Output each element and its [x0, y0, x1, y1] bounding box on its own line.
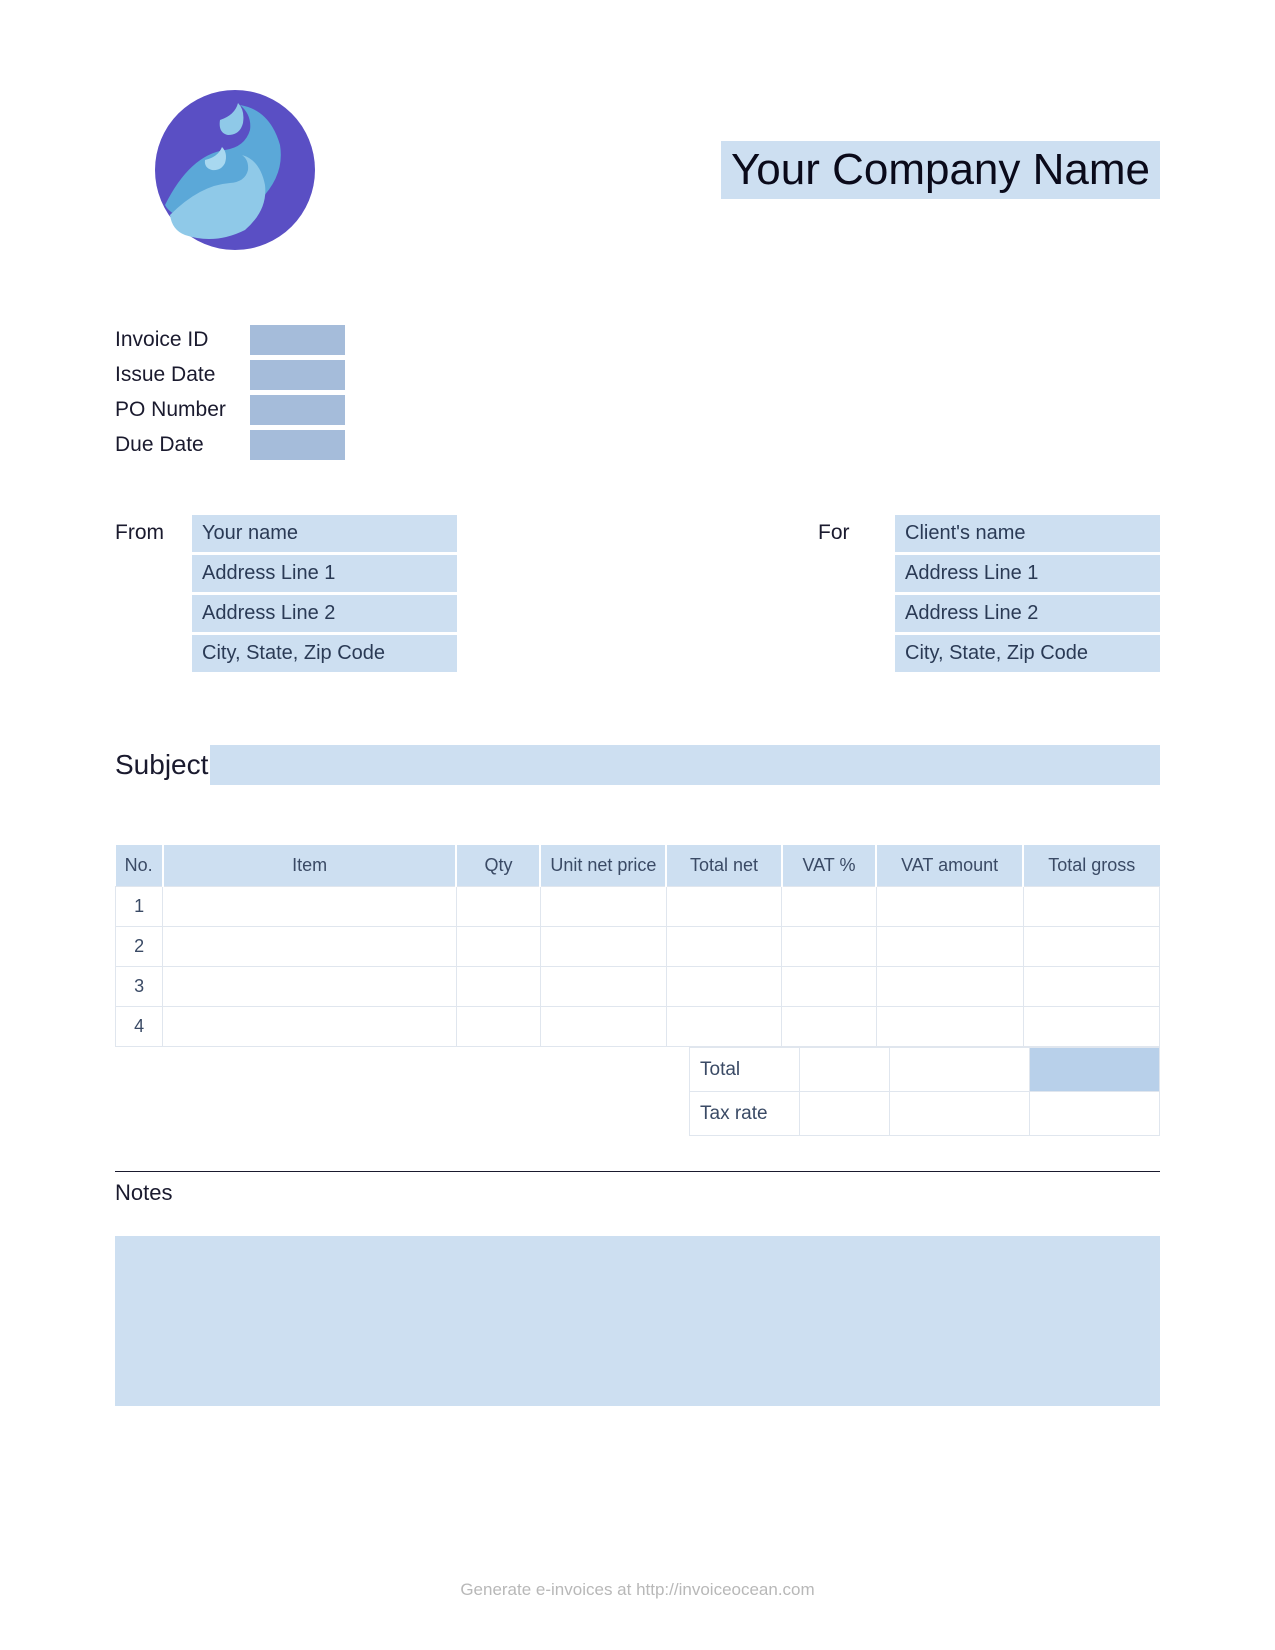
col-header-item: Item — [163, 845, 457, 887]
from-city-field[interactable]: City, State, Zip Code — [192, 635, 457, 672]
cell-price[interactable] — [540, 1007, 666, 1047]
cell-vat-amount[interactable] — [876, 927, 1023, 967]
for-city-field[interactable]: City, State, Zip Code — [895, 635, 1160, 672]
col-header-qty: Qty — [456, 845, 540, 887]
cell-gross[interactable] — [1023, 967, 1159, 1007]
cell-no[interactable]: 1 — [116, 887, 163, 927]
cell-vat-pct[interactable] — [782, 1007, 876, 1047]
cell-gross[interactable] — [1023, 887, 1159, 927]
tax-rate-vat-field[interactable] — [800, 1092, 890, 1136]
cell-no[interactable]: 4 — [116, 1007, 163, 1047]
due-date-field[interactable] — [250, 430, 345, 460]
cell-item[interactable] — [163, 927, 457, 967]
cell-vat-amount[interactable] — [876, 887, 1023, 927]
cell-price[interactable] — [540, 887, 666, 927]
wave-logo-icon — [150, 85, 320, 255]
from-address2-field[interactable]: Address Line 2 — [192, 595, 457, 632]
table-row: 3 — [116, 967, 1160, 1007]
subject-label: Subject — [115, 749, 210, 781]
cell-net[interactable] — [666, 887, 781, 927]
for-address2-field[interactable]: Address Line 2 — [895, 595, 1160, 632]
due-date-label: Due Date — [115, 433, 250, 457]
from-name-field[interactable]: Your name — [192, 515, 457, 552]
cell-item[interactable] — [163, 1007, 457, 1047]
issue-date-label: Issue Date — [115, 363, 250, 387]
col-header-gross: Total gross — [1023, 845, 1159, 887]
cell-item[interactable] — [163, 967, 457, 1007]
cell-no[interactable]: 3 — [116, 967, 163, 1007]
totals-table: Total Tax rate — [689, 1047, 1160, 1136]
notes-field[interactable] — [115, 1236, 1160, 1406]
for-address1-field[interactable]: Address Line 1 — [895, 555, 1160, 592]
table-row: 1 — [116, 887, 1160, 927]
footer: Generate e-invoices at http://invoiceoce… — [0, 1580, 1275, 1600]
tax-rate-gross-field[interactable] — [1030, 1092, 1160, 1136]
table-row: 2 — [116, 927, 1160, 967]
cell-qty[interactable] — [456, 967, 540, 1007]
cell-qty[interactable] — [456, 1007, 540, 1047]
cell-qty[interactable] — [456, 887, 540, 927]
from-address1-field[interactable]: Address Line 1 — [192, 555, 457, 592]
invoice-id-label: Invoice ID — [115, 328, 250, 352]
tax-rate-amount-field[interactable] — [890, 1092, 1030, 1136]
for-label: For — [818, 515, 895, 675]
issue-date-field[interactable] — [250, 360, 345, 390]
cell-vat-pct[interactable] — [782, 887, 876, 927]
total-vat-amount-field[interactable] — [890, 1048, 1030, 1092]
footer-link[interactable]: http://invoiceocean.com — [636, 1580, 815, 1599]
total-gross-field[interactable] — [1030, 1048, 1160, 1092]
total-label: Total — [690, 1048, 800, 1092]
cell-net[interactable] — [666, 967, 781, 1007]
tax-rate-label: Tax rate — [690, 1092, 800, 1136]
po-number-field[interactable] — [250, 395, 345, 425]
cell-gross[interactable] — [1023, 927, 1159, 967]
cell-vat-amount[interactable] — [876, 1007, 1023, 1047]
cell-vat-pct[interactable] — [782, 967, 876, 1007]
cell-vat-amount[interactable] — [876, 967, 1023, 1007]
col-header-price: Unit net price — [540, 845, 666, 887]
cell-net[interactable] — [666, 927, 781, 967]
cell-vat-pct[interactable] — [782, 927, 876, 967]
cell-no[interactable]: 2 — [116, 927, 163, 967]
col-header-vat-pct: VAT % — [782, 845, 876, 887]
for-name-field[interactable]: Client's name — [895, 515, 1160, 552]
cell-price[interactable] — [540, 927, 666, 967]
cell-net[interactable] — [666, 1007, 781, 1047]
po-number-label: PO Number — [115, 398, 250, 422]
subject-field[interactable] — [210, 745, 1160, 785]
footer-text: Generate e-invoices at — [460, 1580, 636, 1599]
col-header-vat-amount: VAT amount — [876, 845, 1023, 887]
company-name[interactable]: Your Company Name — [721, 141, 1160, 199]
total-vat-field[interactable] — [800, 1048, 890, 1092]
divider — [115, 1171, 1160, 1172]
from-label: From — [115, 515, 192, 675]
notes-label: Notes — [115, 1180, 1160, 1206]
cell-price[interactable] — [540, 967, 666, 1007]
col-header-no: No. — [116, 845, 163, 887]
cell-item[interactable] — [163, 887, 457, 927]
cell-gross[interactable] — [1023, 1007, 1159, 1047]
table-row: 4 — [116, 1007, 1160, 1047]
items-table: No. Item Qty Unit net price Total net VA… — [115, 845, 1160, 1047]
cell-qty[interactable] — [456, 927, 540, 967]
invoice-id-field[interactable] — [250, 325, 345, 355]
col-header-net: Total net — [666, 845, 781, 887]
